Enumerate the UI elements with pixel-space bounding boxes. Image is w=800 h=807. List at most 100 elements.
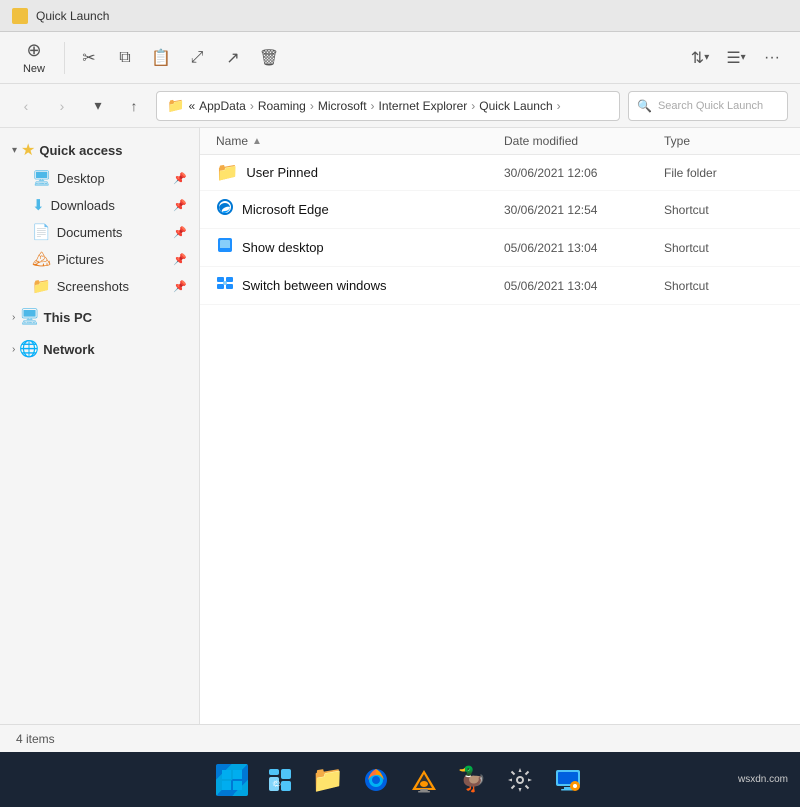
file-name-1: Microsoft Edge bbox=[216, 198, 504, 221]
search-box[interactable]: 🔍 Search Quick Launch bbox=[628, 91, 788, 121]
recent-button[interactable]: ▾ bbox=[84, 92, 112, 120]
this-pc-header[interactable]: › 🖥 This PC bbox=[4, 303, 195, 331]
svg-text:🌤: 🌤 bbox=[272, 780, 281, 788]
title-bar: Quick Launch bbox=[0, 0, 800, 32]
path-sep-4: › bbox=[471, 99, 475, 113]
desktop-icon: 🖥 bbox=[32, 169, 51, 187]
taskbar-widgets-button[interactable]: 🌤 bbox=[258, 758, 302, 802]
firefox-icon bbox=[360, 764, 392, 796]
paste-button[interactable]: 📋 bbox=[145, 42, 177, 74]
sort-button[interactable]: ⇅ ▾ bbox=[684, 42, 716, 74]
pictures-icon: 🏔 bbox=[32, 250, 51, 268]
file-name-text-3: Switch between windows bbox=[242, 278, 387, 293]
delete-button[interactable]: 🗑 bbox=[253, 42, 285, 74]
new-label: New bbox=[23, 63, 45, 75]
unknown-app-icon: 🦆 bbox=[456, 764, 488, 796]
view-button[interactable]: ☰ ▾ bbox=[720, 42, 752, 74]
file-type-0: File folder bbox=[664, 166, 784, 180]
new-icon: ⊕ bbox=[26, 40, 41, 61]
col-name-label: Name bbox=[216, 134, 248, 148]
view-icon: ☰ bbox=[726, 48, 740, 68]
downloads-label: Downloads bbox=[51, 198, 115, 213]
file-name-text-0: User Pinned bbox=[246, 165, 318, 180]
file-row-0[interactable]: 📁 User Pinned 30/06/2021 12:06 File fold… bbox=[200, 155, 800, 191]
status-bar: 4 items bbox=[0, 724, 800, 752]
col-date-header[interactable]: Date modified bbox=[504, 134, 664, 148]
file-name-text-2: Show desktop bbox=[242, 240, 324, 255]
pin-icon-desktop: 📌 bbox=[173, 172, 187, 185]
up-button[interactable]: ↑ bbox=[120, 92, 148, 120]
file-icon-3 bbox=[216, 274, 234, 297]
back-button[interactable]: ‹ bbox=[12, 92, 40, 120]
this-pc-icon: 🖥 bbox=[19, 307, 39, 327]
network-header[interactable]: › 🌐 Network bbox=[4, 335, 195, 363]
toolbar-separator-1 bbox=[64, 42, 65, 74]
path-sep-2: › bbox=[310, 99, 314, 113]
file-list-header: Name ▲ Date modified Type bbox=[200, 128, 800, 155]
file-row-1[interactable]: Microsoft Edge 30/06/2021 12:54 Shortcut bbox=[200, 191, 800, 229]
cut-button[interactable]: ✂ bbox=[73, 42, 105, 74]
toolbar: ⊕ New ✂ ⧉ 📋 ⤢ ↗ 🗑 ⇅ ▾ ☰ ▾ ··· bbox=[0, 32, 800, 84]
col-type-header[interactable]: Type bbox=[664, 134, 784, 148]
share-button[interactable]: ↗ bbox=[217, 42, 249, 74]
desktop-label: Desktop bbox=[57, 171, 105, 186]
quick-access-header[interactable]: ▾ ★ Quick access bbox=[4, 136, 195, 164]
taskbar-settings-button[interactable] bbox=[498, 758, 542, 802]
sort-indicator: ▲ bbox=[252, 136, 262, 147]
documents-icon: 📄 bbox=[32, 223, 51, 241]
path-appdata: AppData bbox=[199, 99, 246, 113]
file-name-0: 📁 User Pinned bbox=[216, 162, 504, 183]
search-placeholder: Search Quick Launch bbox=[658, 100, 763, 112]
vlc-icon bbox=[408, 764, 440, 796]
sidebar-item-downloads[interactable]: ⬇ Downloads 📌 bbox=[4, 192, 195, 218]
windows-logo-icon bbox=[216, 764, 248, 796]
taskbar-display-button[interactable] bbox=[546, 758, 590, 802]
explorer-icon: 📁 bbox=[312, 764, 344, 796]
address-path[interactable]: 📁 « AppData › Roaming › Microsoft › Inte… bbox=[156, 91, 620, 121]
taskbar: 🌤 📁 🦆 bbox=[0, 752, 800, 807]
screenshots-icon: 📁 bbox=[32, 277, 51, 295]
title-bar-icon bbox=[12, 8, 28, 24]
taskbar-explorer-button[interactable]: 📁 bbox=[306, 758, 350, 802]
taskbar-firefox-button[interactable] bbox=[354, 758, 398, 802]
address-bar: ‹ › ▾ ↑ 📁 « AppData › Roaming › Microsof… bbox=[0, 84, 800, 128]
widgets-icon: 🌤 bbox=[264, 764, 296, 796]
file-date-3: 05/06/2021 13:04 bbox=[504, 279, 664, 293]
pin-icon-pictures: 📌 bbox=[173, 253, 187, 266]
forward-button[interactable]: › bbox=[48, 92, 76, 120]
taskbar-start-button[interactable] bbox=[210, 758, 254, 802]
path-ie: Internet Explorer bbox=[379, 99, 468, 113]
path-sep-1: › bbox=[250, 99, 254, 113]
sidebar-item-documents[interactable]: 📄 Documents 📌 bbox=[4, 219, 195, 245]
sort-icon: ⇅ bbox=[691, 48, 704, 68]
taskbar-unknown-button[interactable]: 🦆 bbox=[450, 758, 494, 802]
file-row-3[interactable]: Switch between windows 05/06/2021 13:04 … bbox=[200, 267, 800, 305]
file-row-2[interactable]: Show desktop 05/06/2021 13:04 Shortcut bbox=[200, 229, 800, 267]
sidebar-item-pictures[interactable]: 🏔 Pictures 📌 bbox=[4, 246, 195, 272]
sidebar-item-screenshots[interactable]: 📁 Screenshots 📌 bbox=[4, 273, 195, 299]
file-type-3: Shortcut bbox=[664, 279, 784, 293]
more-button[interactable]: ··· bbox=[756, 42, 788, 74]
rename-button[interactable]: ⤢ bbox=[181, 42, 213, 74]
new-button[interactable]: ⊕ New bbox=[12, 36, 56, 79]
expand-icon: ▾ bbox=[12, 145, 17, 156]
taskbar-vlc-button[interactable] bbox=[402, 758, 446, 802]
this-pc-expand-icon: › bbox=[12, 312, 15, 323]
file-type-2: Shortcut bbox=[664, 241, 784, 255]
path-sep-3: › bbox=[371, 99, 375, 113]
file-date-0: 30/06/2021 12:06 bbox=[504, 166, 664, 180]
file-name-text-1: Microsoft Edge bbox=[242, 202, 329, 217]
file-icon-1 bbox=[216, 198, 234, 221]
taskbar-right-area: wsxdn.com bbox=[738, 774, 788, 785]
quick-access-section: ▾ ★ Quick access 🖥 Desktop 📌 ⬇ Downloads… bbox=[0, 136, 199, 299]
documents-label: Documents bbox=[57, 225, 123, 240]
copy-button[interactable]: ⧉ bbox=[109, 42, 141, 74]
this-pc-section: › 🖥 This PC bbox=[0, 303, 199, 331]
path-quicklaunch: Quick Launch bbox=[479, 99, 552, 113]
network-label: Network bbox=[43, 342, 94, 357]
sidebar-item-desktop[interactable]: 🖥 Desktop 📌 bbox=[4, 165, 195, 191]
col-name-header[interactable]: Name ▲ bbox=[216, 134, 504, 148]
pin-icon-downloads: 📌 bbox=[173, 199, 187, 212]
file-name-3: Switch between windows bbox=[216, 274, 504, 297]
pictures-label: Pictures bbox=[57, 252, 104, 267]
